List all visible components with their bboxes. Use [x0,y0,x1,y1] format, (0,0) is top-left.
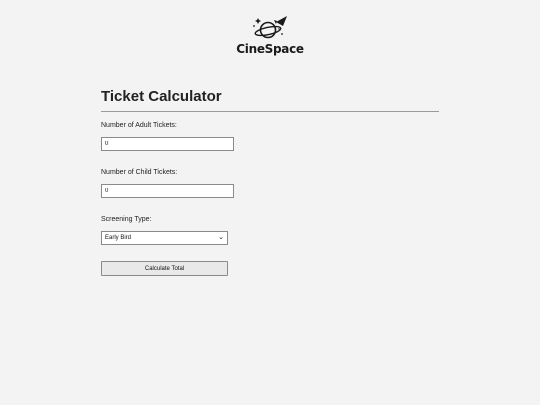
calculate-total-button[interactable]: Calculate Total [101,261,228,276]
child-tickets-input[interactable] [101,184,234,198]
planet-rocket-icon [253,16,287,39]
ticket-calculator-form: Ticket Calculator Number of Adult Ticket… [101,88,439,276]
adult-tickets-input[interactable] [101,137,234,151]
screening-type-value: Early Bird [105,235,132,241]
screening-type-label: Screening Type: [101,216,152,223]
adult-tickets-label: Number of Adult Tickets: [101,122,177,129]
chevron-down-icon: ⌄ [218,234,224,241]
child-tickets-label: Number of Child Tickets: [101,169,178,176]
brand-logo: CineSpace [0,12,540,56]
page-title: Ticket Calculator [101,88,439,112]
screening-type-select[interactable]: Early Bird ⌄ [101,231,228,245]
brand-name: CineSpace [236,42,304,56]
